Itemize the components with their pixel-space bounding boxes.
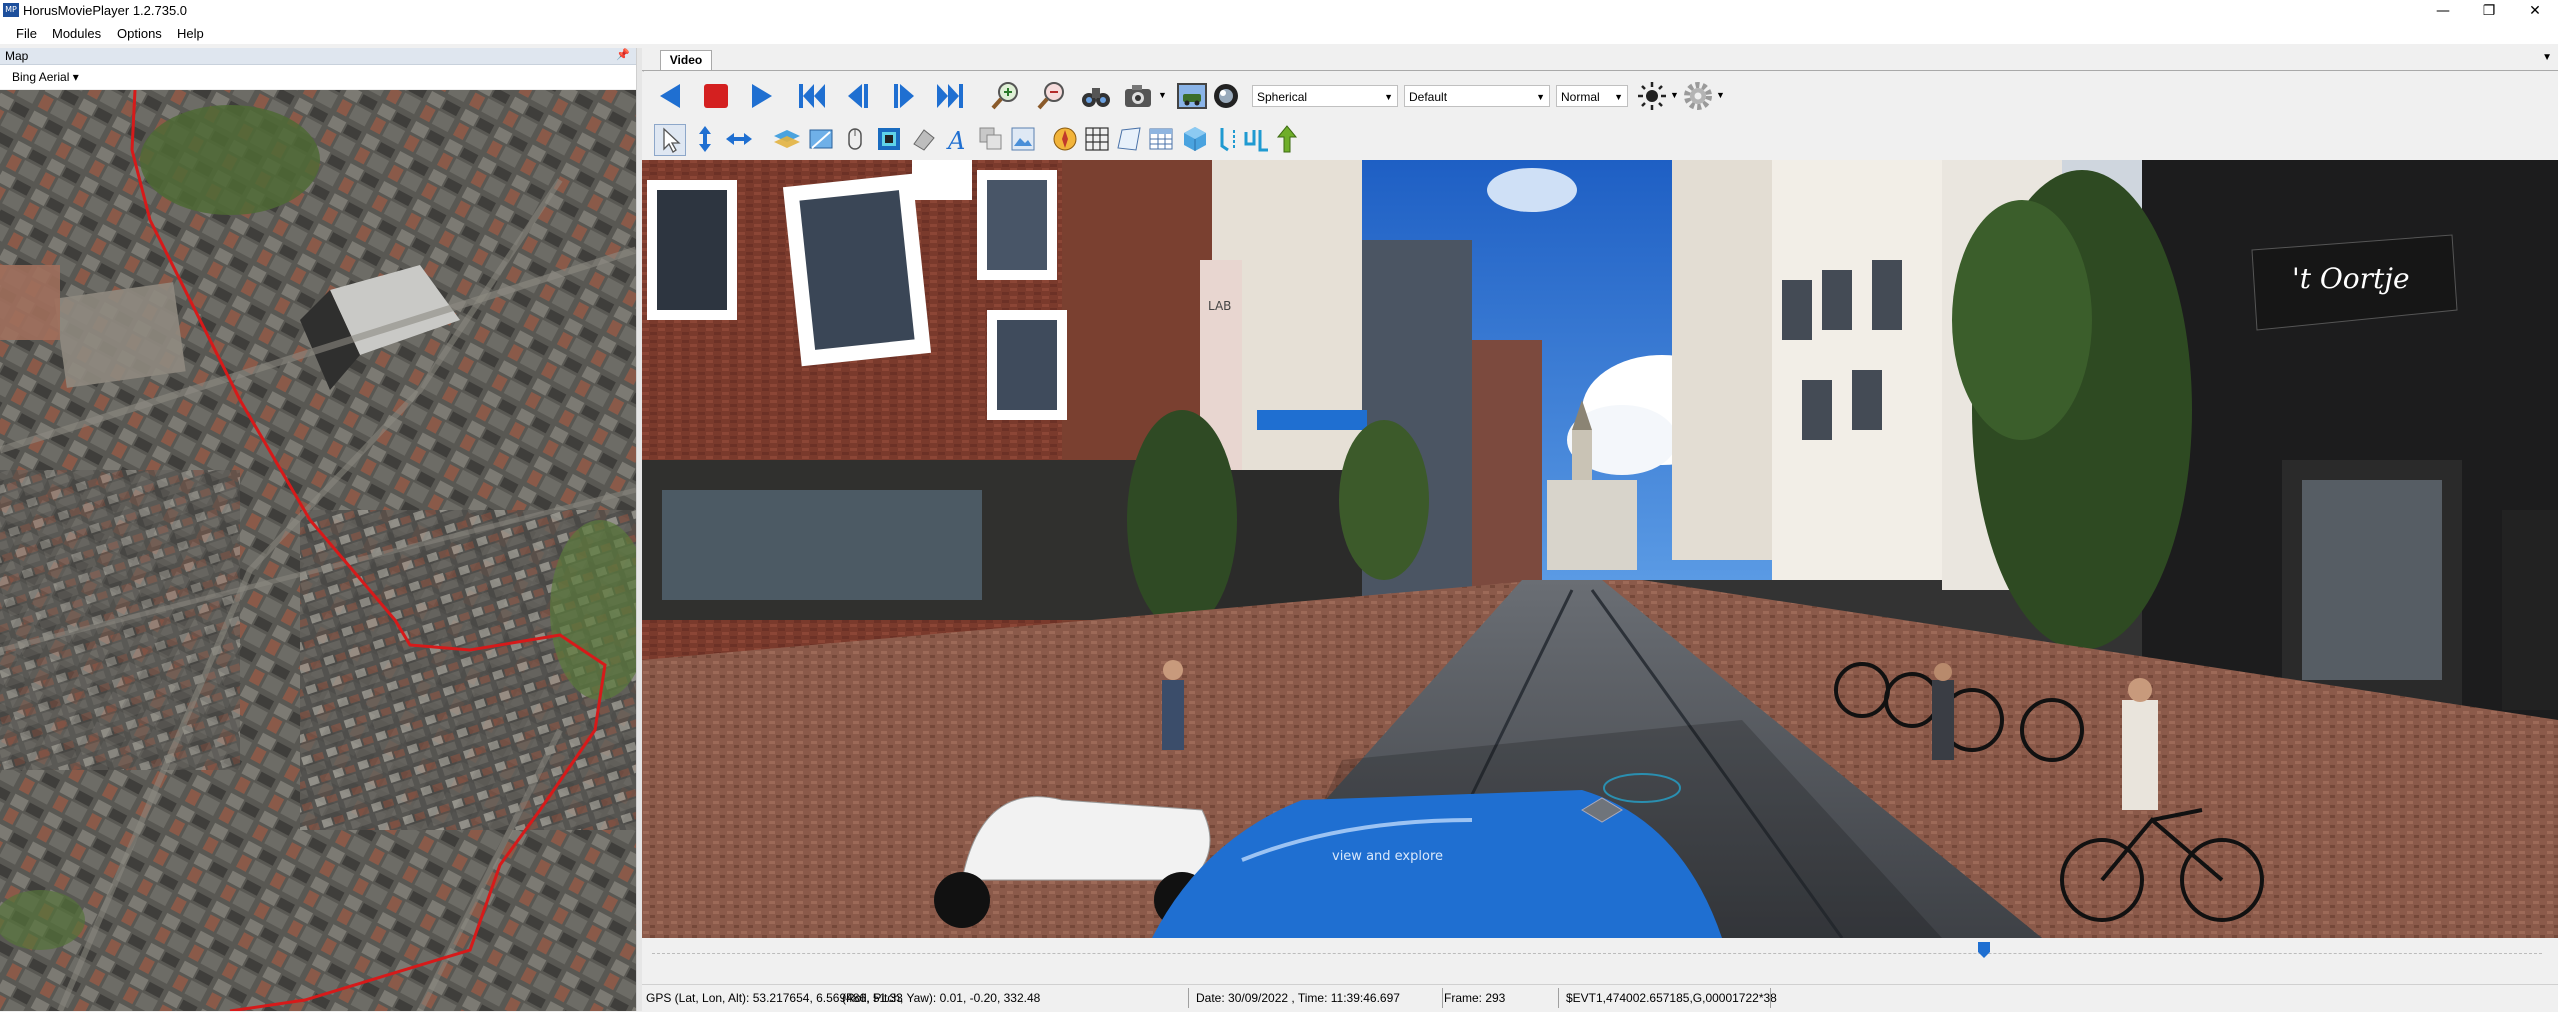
status-separator: [1558, 988, 1559, 1008]
menu-help[interactable]: Help: [177, 26, 204, 41]
step-back-icon[interactable]: [840, 78, 876, 114]
zoom-out-icon[interactable]: [1034, 78, 1070, 114]
tools-toolbar: A: [642, 120, 2558, 160]
menu-file[interactable]: File: [16, 26, 37, 41]
orientation-readout: (Roll, Pitch, Yaw): 0.01, -0.20, 332.48: [842, 991, 1041, 1005]
sphere-view-icon[interactable]: [1208, 78, 1244, 114]
chevron-down-icon[interactable]: ▼: [2542, 52, 2552, 63]
cube-icon[interactable]: [1180, 124, 1210, 154]
timeline[interactable]: [642, 938, 2558, 984]
play-backward-icon[interactable]: [652, 78, 688, 114]
mouse-icon[interactable]: [840, 124, 870, 154]
datetime-readout: Date: 30/09/2022 , Time: 11:39:46.697: [1196, 991, 1400, 1005]
compass-icon[interactable]: [1050, 124, 1080, 154]
nmea-readout: $EVT1,474002.657185,G,00001722*38: [1566, 991, 1777, 1005]
gear-icon[interactable]: [1680, 78, 1716, 114]
eraser-icon[interactable]: [908, 124, 938, 154]
svg-text:A: A: [946, 127, 965, 154]
brightness-dropdown-arrow[interactable]: ▼: [1670, 90, 1679, 100]
arrow-up-icon[interactable]: [1272, 124, 1302, 154]
zoom-in-icon[interactable]: [988, 78, 1024, 114]
text-tool-icon[interactable]: A: [942, 124, 972, 154]
projection-select[interactable]: Spherical ▼: [1252, 85, 1398, 107]
close-button[interactable]: ✕: [2512, 0, 2558, 22]
measure-height-icon[interactable]: [1214, 124, 1244, 154]
copy-overlay-icon[interactable]: [976, 124, 1006, 154]
perspective-plane-icon[interactable]: [1114, 124, 1144, 154]
car-hood-text: view and explore: [1332, 849, 1443, 864]
shop-sign-text: 't Oortje: [2292, 262, 2410, 295]
maximize-button[interactable]: ❐: [2466, 0, 2512, 22]
tab-video[interactable]: Video: [660, 50, 712, 70]
camera-icon[interactable]: [1120, 78, 1156, 114]
map-view[interactable]: [0, 90, 636, 1011]
export-image-icon[interactable]: [1008, 124, 1038, 154]
map-panel-header: Map 📌: [0, 48, 636, 65]
status-separator: [1442, 988, 1443, 1008]
pin-icon[interactable]: 📌: [616, 48, 630, 61]
window-title: HorusMoviePlayer 1.2.735.0: [23, 3, 188, 18]
menu-modules[interactable]: Modules: [52, 26, 101, 41]
profile-select[interactable]: Default ▼: [1404, 85, 1550, 107]
speed-select[interactable]: Normal ▼: [1556, 85, 1628, 107]
app-icon: MP: [3, 3, 19, 17]
aerial-map-image: [0, 90, 636, 1011]
minimize-button[interactable]: —: [2420, 0, 2466, 22]
menu-options[interactable]: Options: [117, 26, 162, 41]
select-pointer-icon[interactable]: [654, 124, 686, 156]
skip-back-icon[interactable]: [794, 78, 830, 114]
street-panorama-image: LAB 't Oortje Ho: [642, 160, 2558, 938]
play-forward-icon[interactable]: [744, 78, 780, 114]
vertical-measure-icon[interactable]: [690, 124, 720, 154]
video-tab-bar: Video ▼: [642, 48, 2558, 71]
playback-toolbar: ▼ Spherical ▼ Default ▼ Normal ▼ ▼ ▼: [642, 72, 2558, 120]
timeline-slider-thumb[interactable]: [1978, 942, 1991, 958]
stop-icon[interactable]: [698, 78, 734, 114]
snapshot-car-icon[interactable]: [1174, 78, 1210, 114]
draw-area-icon[interactable]: [806, 124, 836, 154]
grid-icon[interactable]: [1082, 124, 1112, 154]
table-icon[interactable]: [1146, 124, 1176, 154]
status-separator: [1770, 988, 1771, 1008]
layers-icon[interactable]: [772, 124, 802, 154]
banner-text: LAB: [1208, 299, 1231, 313]
step-forward-icon[interactable]: [886, 78, 922, 114]
map-panel-title: Map: [5, 49, 29, 63]
map-layer-dropdown[interactable]: Bing Aerial ▾: [12, 70, 79, 84]
camera-dropdown-arrow[interactable]: ▼: [1158, 90, 1167, 100]
horizontal-measure-icon[interactable]: [724, 124, 754, 154]
skip-forward-icon[interactable]: [932, 78, 968, 114]
menu-bar: File Modules Options Help: [0, 22, 2558, 44]
binoculars-icon[interactable]: [1078, 78, 1114, 114]
title-bar: MP HorusMoviePlayer 1.2.735.0 — ❐ ✕: [0, 0, 2558, 22]
timeline-track[interactable]: [652, 953, 2542, 957]
status-bar: GPS (Lat, Lon, Alt): 53.217654, 6.569486…: [642, 984, 2558, 1012]
status-separator: [1188, 988, 1189, 1008]
measure-multi-icon[interactable]: [1242, 124, 1272, 154]
video-frame[interactable]: LAB 't Oortje Ho: [642, 160, 2558, 938]
image-frame-icon[interactable]: [874, 124, 904, 154]
brightness-icon[interactable]: [1636, 78, 1672, 114]
settings-dropdown-arrow[interactable]: ▼: [1716, 90, 1725, 100]
map-toolbar: Bing Aerial ▾: [0, 65, 636, 89]
frame-readout: Frame: 293: [1444, 991, 1506, 1005]
